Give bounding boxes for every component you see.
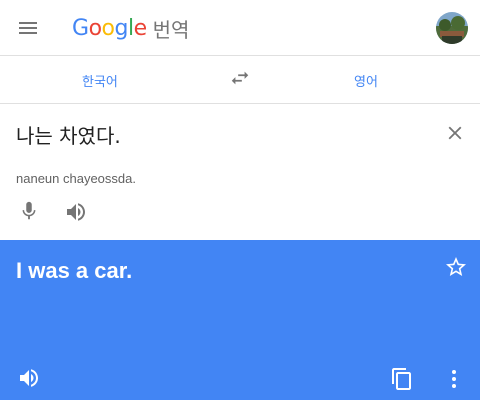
menu-icon[interactable] xyxy=(16,16,40,40)
logo-letter: g xyxy=(114,15,129,41)
swap-languages-icon[interactable] xyxy=(229,67,251,89)
romanization-text: naneun chayeossda. xyxy=(16,171,136,186)
logo-letter: G xyxy=(72,15,89,41)
google-wordmark: Google xyxy=(72,16,147,41)
product-name: 번역 xyxy=(152,17,190,42)
target-language-button[interactable]: 영어 xyxy=(354,71,378,90)
google-translate-logo[interactable]: Google 번역 xyxy=(72,13,189,43)
user-avatar[interactable] xyxy=(436,12,468,44)
close-icon[interactable] xyxy=(444,122,466,144)
volume-icon[interactable] xyxy=(17,366,41,390)
logo-letter: o xyxy=(88,15,102,41)
volume-icon[interactable] xyxy=(64,200,88,224)
star-outline-icon[interactable] xyxy=(444,255,468,279)
copy-icon[interactable] xyxy=(390,367,414,391)
source-language-button[interactable]: 한국어 xyxy=(82,71,118,90)
source-text[interactable]: 나는 차였다. xyxy=(16,120,121,149)
logo-letter: e xyxy=(133,15,148,41)
more-vertical-icon[interactable] xyxy=(442,367,466,391)
logo-letter: o xyxy=(101,15,115,41)
translation-text: I was a car. xyxy=(16,258,133,283)
source-panel: 나는 차였다. naneun chayeossda. xyxy=(0,104,480,240)
language-bar: 한국어 영어 xyxy=(0,57,480,104)
translation-result-panel: I was a car. xyxy=(0,240,480,400)
app-header: Google 번역 xyxy=(0,0,480,56)
microphone-icon[interactable] xyxy=(18,200,40,222)
